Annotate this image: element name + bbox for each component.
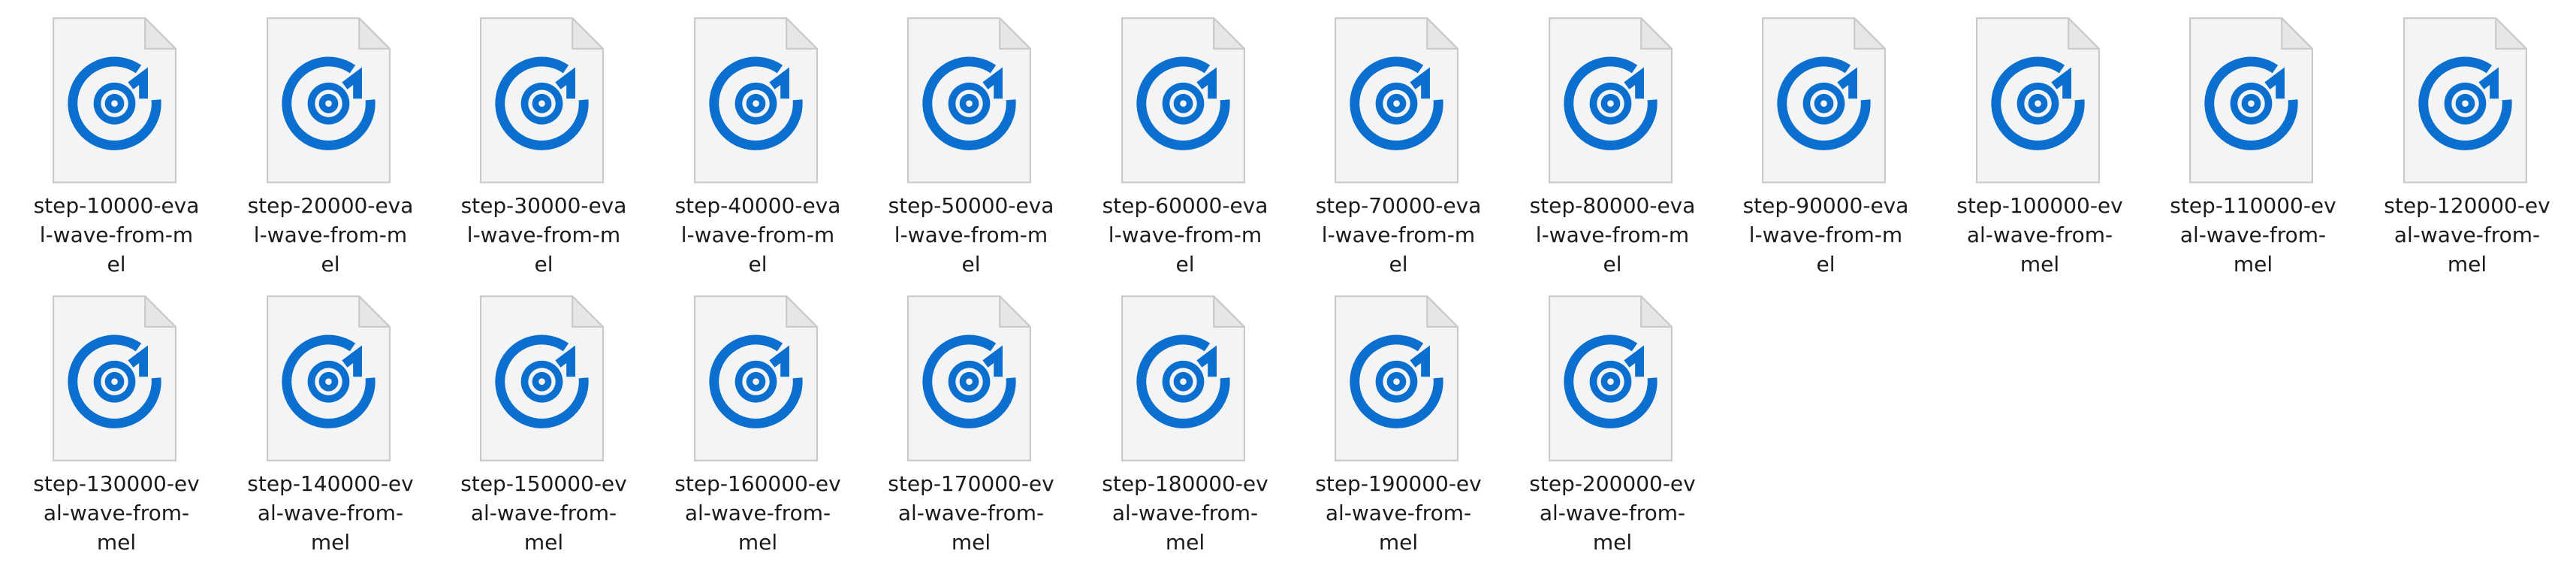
file-item[interactable]: step-180000-ev al-wave-from- mel [1084,295,1286,565]
audio-disc-file-icon [1121,17,1245,183]
file-item[interactable]: step-10000-eva l-wave-from-m el [15,17,218,287]
file-item[interactable]: step-170000-ev al-wave-from- mel [870,295,1072,565]
audio-disc-file-icon [267,295,391,461]
file-name-label: step-110000-ev al-wave-from- mel [2170,193,2336,277]
file-name-label: step-190000-ev al-wave-from- mel [1315,471,1482,555]
file-name-label: step-100000-ev al-wave-from- mel [1956,193,2123,277]
file-item[interactable]: step-150000-ev al-wave-from- mel [442,295,645,565]
file-item[interactable]: step-40000-eva l-wave-from-m el [656,17,859,287]
file-name-label: step-70000-eva l-wave-from-m el [1315,193,1482,277]
file-item[interactable]: step-30000-eva l-wave-from-m el [442,17,645,287]
file-name-label: step-150000-ev al-wave-from- mel [460,471,627,555]
file-item[interactable]: step-100000-ev al-wave-from- mel [1938,17,2141,287]
audio-disc-file-icon [1121,295,1245,461]
file-item[interactable]: step-60000-eva l-wave-from-m el [1084,17,1286,287]
audio-disc-file-icon [267,17,391,183]
file-name-label: step-40000-eva l-wave-from-m el [674,193,841,277]
audio-disc-file-icon [53,295,177,461]
file-name-label: step-130000-ev al-wave-from- mel [33,471,200,555]
file-name-label: step-50000-eva l-wave-from-m el [888,193,1054,277]
audio-disc-file-icon [1335,17,1458,183]
file-name-label: step-160000-ev al-wave-from- mel [674,471,841,555]
file-item[interactable]: step-20000-eva l-wave-from-m el [229,17,432,287]
file-icon-grid: step-10000-eva l-wave-from-m el step-2000… [0,0,2576,584]
audio-disc-file-icon [53,17,177,183]
file-item[interactable]: step-200000-ev al-wave-from- mel [1511,295,1714,565]
file-name-label: step-60000-eva l-wave-from-m el [1102,193,1268,277]
file-item[interactable]: step-190000-ev al-wave-from- mel [1297,295,1500,565]
file-name-label: step-10000-eva l-wave-from-m el [33,193,200,277]
file-name-label: step-20000-eva l-wave-from-m el [247,193,414,277]
file-item[interactable]: step-160000-ev al-wave-from- mel [656,295,859,565]
file-name-label: step-200000-ev al-wave-from- mel [1529,471,1696,555]
file-item[interactable]: step-90000-eva l-wave-from-m el [1724,17,1927,287]
audio-disc-file-icon [1549,295,1673,461]
audio-disc-file-icon [2403,17,2527,183]
file-name-label: step-140000-ev al-wave-from- mel [247,471,414,555]
audio-disc-file-icon [907,17,1031,183]
audio-disc-file-icon [907,295,1031,461]
audio-disc-file-icon [1976,17,2100,183]
audio-disc-file-icon [2189,17,2313,183]
file-name-label: step-90000-eva l-wave-from-m el [1742,193,1909,277]
file-item[interactable]: step-130000-ev al-wave-from- mel [15,295,218,565]
audio-disc-file-icon [480,17,604,183]
audio-disc-file-icon [480,295,604,461]
file-name-label: step-180000-ev al-wave-from- mel [1102,471,1268,555]
file-item[interactable]: step-140000-ev al-wave-from- mel [229,295,432,565]
file-name-label: step-170000-ev al-wave-from- mel [888,471,1054,555]
file-item[interactable]: step-80000-eva l-wave-from-m el [1511,17,1714,287]
file-item[interactable]: step-70000-eva l-wave-from-m el [1297,17,1500,287]
file-name-label: step-30000-eva l-wave-from-m el [460,193,627,277]
file-name-label: step-80000-eva l-wave-from-m el [1529,193,1696,277]
audio-disc-file-icon [1549,17,1673,183]
file-name-label: step-120000-ev al-wave-from- mel [2384,193,2550,277]
file-item[interactable]: step-120000-ev al-wave-from- mel [2366,17,2568,287]
file-item[interactable]: step-50000-eva l-wave-from-m el [870,17,1072,287]
file-item[interactable]: step-110000-ev al-wave-from- mel [2152,17,2354,287]
audio-disc-file-icon [1335,295,1458,461]
audio-disc-file-icon [694,295,819,461]
audio-disc-file-icon [694,17,819,183]
audio-disc-file-icon [1762,17,1886,183]
